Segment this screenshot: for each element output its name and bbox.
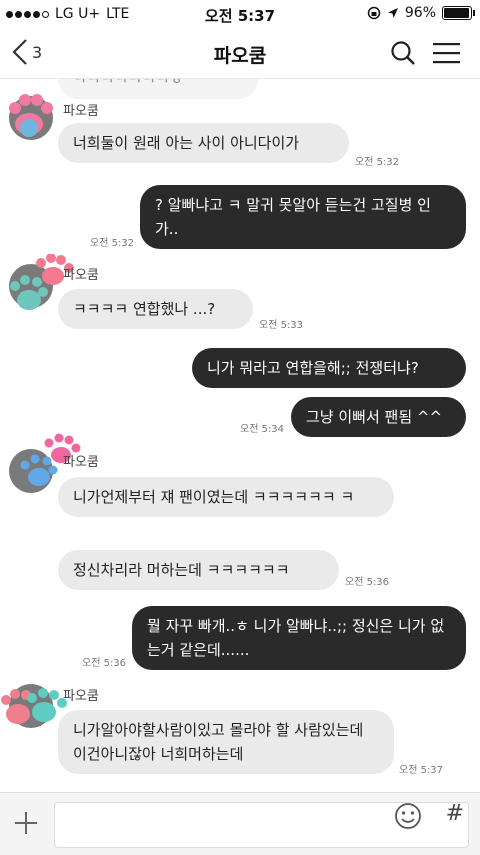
message-time: 오전 5:32 <box>355 157 400 168</box>
message-bubble[interactable]: 니가언제부터 쟤 팬이였는데 ㅋㅋㅋㅋㅋㅋ ㅋ <box>58 477 394 517</box>
message-time: 오전 5:33 <box>259 320 304 331</box>
message-input-bar: # <box>0 792 480 855</box>
message-bubble[interactable]: 너희둘이 원래 아는 사이 아니다이가 <box>58 123 349 163</box>
avatar[interactable] <box>9 254 74 310</box>
avatar[interactable] <box>9 94 53 140</box>
chat-header: 3 파오쿰 <box>0 28 480 79</box>
message-bubble[interactable]: 니가알아야할사람이있고 몰라야 할 사람있는데 이건아니잖아 너희머하는데 <box>58 710 394 774</box>
message-bubble[interactable]: 그냥 이뻐서 팬됨 ^^ <box>291 397 466 437</box>
sender-name: 파오쿰 <box>63 104 99 119</box>
avatar[interactable] <box>1 684 67 728</box>
sender-name: 파오쿰 <box>63 268 99 283</box>
message-bubble[interactable]: ? 알빠냐고 ㅋ 말귀 못알아 듣는건 고질병 인가.. <box>140 185 466 249</box>
rotation-lock-icon <box>367 6 381 20</box>
message-time: 오전 5:36 <box>345 577 390 588</box>
battery-icon <box>442 6 475 20</box>
battery-percent: 96% <box>404 5 436 21</box>
hashtag-search-button[interactable]: # <box>446 801 464 826</box>
message-bubble-faded: ㅋㅋㅋㅋㅋㅋㅋㅎ <box>58 79 258 99</box>
message-time: 오전 5:36 <box>82 658 127 669</box>
message-time: 오전 5:37 <box>399 765 444 776</box>
location-arrow-icon <box>387 8 398 18</box>
search-icon[interactable] <box>390 40 416 66</box>
sender-name: 파오쿰 <box>63 455 99 470</box>
paw-sticker-icon <box>9 94 53 137</box>
plus-icon[interactable] <box>14 811 38 835</box>
sender-name: 파오쿰 <box>63 689 99 704</box>
emoji-icon[interactable] <box>394 802 422 830</box>
chat-area[interactable]: ㅋㅋㅋㅋㅋㅋㅋㅎ 파오쿰 너희둘이 원래 아는 사이 아니다이가 오전 5:32… <box>0 79 480 791</box>
status-bar: LG U+ LTE 오전 5:37 96% <box>0 0 480 28</box>
menu-icon[interactable] <box>433 42 460 64</box>
message-bubble[interactable]: 정신차리라 머하는데 ㅋㅋㅋㅋㅋㅋ <box>58 550 339 590</box>
message-time: 오전 5:32 <box>90 238 135 249</box>
avatar[interactable] <box>9 433 81 493</box>
message-bubble[interactable]: ㅋㅋㅋㅋ 연합했나 ...? <box>58 289 253 329</box>
message-bubble[interactable]: 뭘 자꾸 빠개..ㅎ 니가 알빠냐..;; 정신은 니가 없는거 같은데....… <box>132 606 466 670</box>
message-bubble[interactable]: 니가 뭐라고 연합을해;; 전쟁터냐? <box>192 348 466 388</box>
message-time: 오전 5:34 <box>240 424 285 435</box>
